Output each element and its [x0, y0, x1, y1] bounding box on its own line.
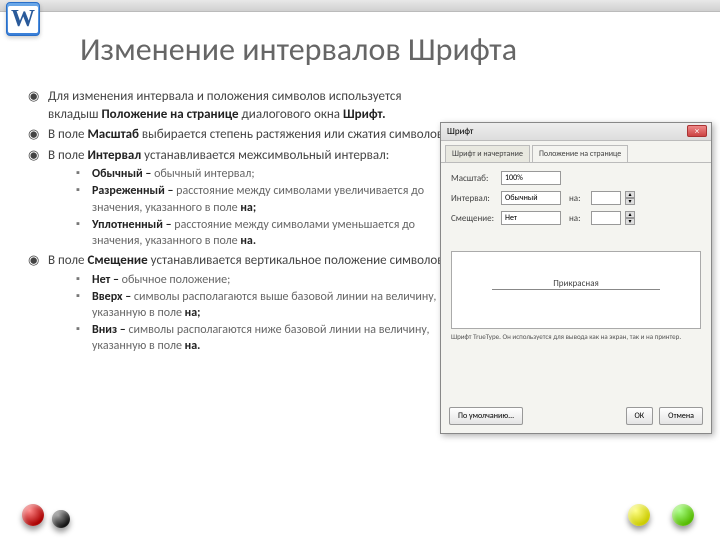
- label-na: на:: [569, 213, 587, 224]
- text: обычное положение;: [119, 273, 230, 287]
- interval-input[interactable]: Обычный: [501, 191, 561, 205]
- text-bold: на;: [185, 306, 201, 320]
- bullet-item: В поле Масштаб выбирается степень растяж…: [28, 126, 448, 144]
- text: символы располагаются ниже базовой линии…: [92, 323, 430, 353]
- text: символы располагаются выше базовой линии…: [92, 290, 436, 320]
- preview-text: Прикрасная: [492, 278, 660, 290]
- dialog-title: Шрифт: [447, 126, 473, 137]
- text-bold: Разреженный –: [92, 184, 173, 198]
- text-bold: Обычный –: [92, 167, 151, 181]
- bullet-item: Для изменения интервала и положения симв…: [28, 88, 448, 123]
- text-bold: Вверх –: [92, 290, 131, 304]
- text-bold: на.: [240, 234, 256, 248]
- nav-dot-yellow[interactable]: [628, 504, 650, 526]
- label-na: на:: [569, 193, 587, 204]
- text-bold: Шрифт.: [343, 107, 386, 122]
- row-scale: Масштаб: 100%: [451, 171, 701, 185]
- slide-title: Изменение интервалов Шрифта: [80, 30, 517, 69]
- row-interval: Интервал: Обычный на: ▴▾: [451, 191, 701, 205]
- nav-dot-black[interactable]: [52, 510, 70, 528]
- text: выбирается степень растяжения или сжатия…: [139, 127, 446, 142]
- close-button[interactable]: ×: [687, 125, 707, 137]
- label-interval: Интервал:: [451, 193, 497, 204]
- bullet-list-sub: Обычный – обычный интервал; Разреженный …: [76, 166, 448, 249]
- chevron-down-icon: ▾: [625, 218, 635, 225]
- text: устанавливается межсимвольный интервал:: [141, 148, 389, 163]
- text-bold: Интервал: [87, 148, 141, 163]
- label-shift: Смещение:: [451, 213, 497, 224]
- shift-input[interactable]: Нет: [501, 211, 561, 225]
- text-bold: на;: [240, 201, 256, 215]
- chevron-down-icon: ▾: [625, 198, 635, 205]
- dialog-titlebar[interactable]: Шрифт ×: [441, 123, 711, 141]
- text-bold: Положение на странице: [101, 107, 238, 122]
- row-shift: Смещение: Нет на: ▴▾: [451, 211, 701, 225]
- truetype-hint: Шрифт TrueType. Он используется для выво…: [451, 333, 701, 341]
- bullet-item: В поле Интервал устанавливается межсимво…: [28, 147, 448, 249]
- ok-button[interactable]: ОК: [626, 407, 654, 425]
- slide-content: Для изменения интервала и положения симв…: [28, 88, 448, 358]
- dialog-body: Масштаб: 100% Интервал: Обычный на: ▴▾ С…: [441, 163, 711, 349]
- word-letter: W: [8, 6, 38, 33]
- tab-position[interactable]: Положение на странице: [532, 145, 628, 162]
- text-bold: Нет –: [92, 273, 119, 287]
- default-button[interactable]: По умолчанию...: [449, 407, 523, 425]
- sub-item: Вверх – символы располагаются выше базов…: [76, 289, 448, 321]
- sub-item: Нет – обычное положение;: [76, 272, 448, 288]
- preview-box: Прикрасная: [451, 251, 701, 329]
- spinner[interactable]: ▴▾: [625, 191, 635, 205]
- text: диалогового окна: [239, 107, 343, 122]
- sub-item: Разреженный – расстояние между символами…: [76, 183, 448, 215]
- sub-item: Уплотненный – расстояние между символами…: [76, 217, 448, 249]
- text: устанавливается вертикальное положение с…: [148, 253, 447, 268]
- bullet-list-main: Для изменения интервала и положения симв…: [28, 88, 448, 355]
- text: В поле: [48, 148, 87, 163]
- text: обычный интервал;: [151, 167, 254, 181]
- window-top-bar: [0, 0, 720, 12]
- label-scale: Масштаб:: [451, 173, 497, 184]
- text-bold: на.: [185, 339, 201, 353]
- interval-na-input[interactable]: [591, 191, 621, 205]
- spinner[interactable]: ▴▾: [625, 211, 635, 225]
- nav-dot-green[interactable]: [672, 504, 694, 526]
- font-dialog: Шрифт × Шрифт и начертание Положение на …: [440, 122, 712, 434]
- shift-na-input[interactable]: [591, 211, 621, 225]
- dialog-buttons: По умолчанию... ОК Отмена: [449, 407, 703, 425]
- text-bold: Масштаб: [87, 127, 139, 142]
- close-icon: ×: [695, 126, 699, 137]
- bullet-list-sub: Нет – обычное положение; Вверх – символы…: [76, 272, 448, 355]
- text: В поле: [48, 253, 87, 268]
- sub-item: Вниз – символы располагаются ниже базово…: [76, 322, 448, 354]
- cancel-button[interactable]: Отмена: [659, 407, 703, 425]
- text-bold: Смещение: [87, 253, 147, 268]
- sub-item: Обычный – обычный интервал;: [76, 166, 448, 182]
- text: В поле: [48, 127, 87, 142]
- button-group: ОК Отмена: [626, 407, 704, 425]
- bullet-item: В поле Смещение устанавливается вертикал…: [28, 252, 448, 354]
- scale-input[interactable]: 100%: [501, 171, 561, 185]
- nav-dot-red[interactable]: [22, 504, 44, 526]
- text-bold: Вниз –: [92, 323, 126, 337]
- word-app-icon: W: [6, 2, 40, 36]
- tab-font[interactable]: Шрифт и начертание: [445, 145, 530, 162]
- dialog-tabs: Шрифт и начертание Положение на странице: [441, 141, 711, 163]
- text-bold: Уплотненный –: [92, 218, 172, 232]
